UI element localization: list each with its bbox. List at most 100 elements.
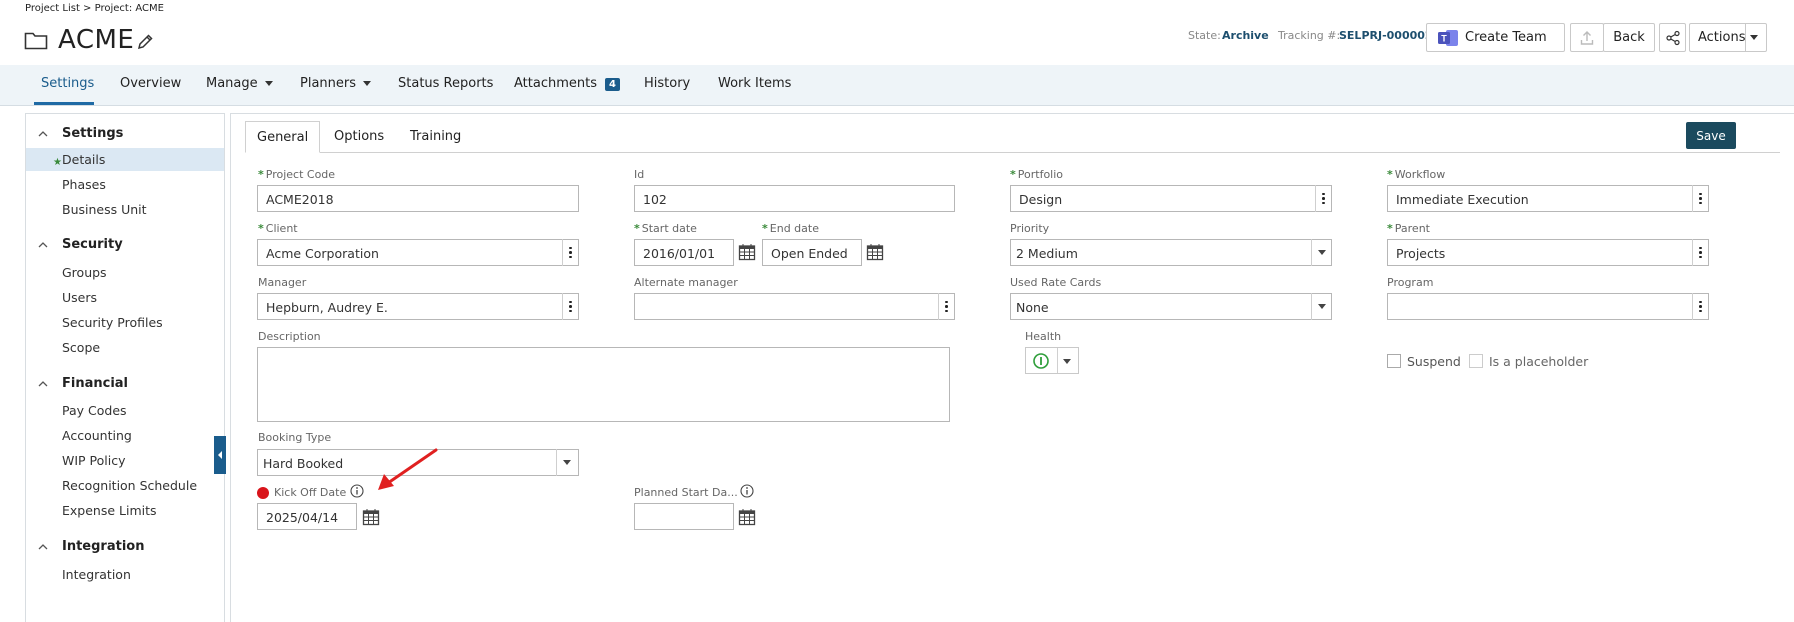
health-select[interactable] — [1025, 347, 1079, 374]
parent-more-icon[interactable] — [1692, 239, 1708, 266]
sidebar-item-integration[interactable]: Integration — [62, 567, 131, 582]
chevron-up-icon[interactable] — [38, 240, 48, 250]
nav-manage-label: Manage — [206, 76, 258, 91]
nav-history[interactable]: History — [644, 76, 690, 91]
nav-settings[interactable]: Settings — [41, 76, 94, 91]
chevron-left-icon — [218, 451, 222, 459]
id-label: Id — [634, 168, 645, 181]
chevron-up-icon[interactable] — [38, 379, 48, 389]
client-input[interactable]: Acme Corporation — [257, 239, 579, 266]
tracking-label: Tracking #: — [1278, 29, 1341, 42]
sidebar-item-business-unit[interactable]: Business Unit — [62, 202, 147, 217]
sidebar-item-scope[interactable]: Scope — [62, 340, 100, 355]
folder-icon — [24, 32, 48, 50]
svg-text:T: T — [1441, 33, 1447, 43]
share-button[interactable] — [1659, 23, 1686, 52]
chevron-down-icon — [363, 81, 372, 86]
nav-work-items[interactable]: Work Items — [718, 76, 791, 91]
planned-start-date-label: Planned Start Da... — [634, 486, 738, 499]
sidebar-item-recognition-schedule[interactable]: Recognition Schedule — [62, 478, 197, 493]
calendar-icon[interactable] — [866, 243, 884, 261]
sidebar-section-settings[interactable]: Settings — [62, 126, 123, 141]
sidebar-item-accounting[interactable]: Accounting — [62, 428, 132, 443]
upload-icon — [1580, 30, 1594, 45]
end-date-input[interactable]: Open Ended — [762, 239, 862, 266]
project-code-label: * Project Code — [258, 168, 336, 181]
sidebar-item-groups[interactable]: Groups — [62, 265, 107, 280]
sidebar-section-financial[interactable]: Financial — [62, 376, 128, 391]
calendar-icon[interactable] — [362, 508, 380, 526]
workflow-input[interactable]: Immediate Execution — [1387, 185, 1709, 212]
start-date-input[interactable]: 2016/01/01 — [634, 239, 734, 266]
portfolio-input[interactable]: Design — [1010, 185, 1332, 212]
chevron-up-icon[interactable] — [38, 129, 48, 139]
calendar-icon[interactable] — [738, 243, 756, 261]
used-rate-cards-dropdown-icon[interactable] — [1311, 293, 1331, 320]
used-rate-cards-label: Used Rate Cards — [1010, 276, 1102, 289]
project-code-input[interactable]: ACME2018 — [257, 185, 579, 212]
sidebar-item-wip-policy[interactable]: WIP Policy — [62, 453, 126, 468]
sidebar-section-integration[interactable]: Integration — [62, 539, 144, 554]
nav-planners-label: Planners — [300, 76, 357, 91]
nav-attachments-label: Attachments — [514, 76, 597, 91]
required-star-icon: ★ — [53, 157, 62, 168]
description-textarea[interactable] — [257, 347, 950, 422]
sidebar-item-pay-codes[interactable]: Pay Codes — [62, 403, 127, 418]
nav-planners[interactable]: Planners — [300, 76, 372, 91]
kick-off-date-input[interactable]: 2025/04/14 — [257, 503, 357, 530]
alternate-manager-more-icon[interactable] — [938, 293, 954, 320]
create-team-label: Create Team — [1465, 30, 1547, 45]
used-rate-cards-select[interactable]: None — [1010, 293, 1332, 320]
save-button[interactable]: Save — [1686, 122, 1736, 149]
edit-pencil-icon[interactable] — [136, 33, 154, 51]
suspend-label: Suspend — [1407, 354, 1461, 369]
calendar-icon[interactable] — [738, 508, 756, 526]
sidebar-section-security[interactable]: Security — [62, 237, 123, 252]
actions-label: Actions — [1698, 30, 1746, 45]
portfolio-more-icon[interactable] — [1315, 185, 1331, 212]
booking-type-label: Booking Type — [258, 431, 332, 444]
suspend-checkbox[interactable] — [1387, 354, 1401, 368]
kick-off-date-label: Kick Off Date — [274, 486, 347, 499]
id-input[interactable]: 102 — [634, 185, 955, 212]
priority-dropdown-icon[interactable] — [1311, 239, 1331, 266]
sidebar-item-expense-limits[interactable]: Expense Limits — [62, 503, 157, 518]
parent-input[interactable]: Projects — [1387, 239, 1709, 266]
required-indicator-dot — [257, 487, 269, 499]
nav-manage[interactable]: Manage — [206, 76, 273, 91]
sidebar-collapse-handle[interactable] — [214, 436, 226, 474]
program-more-icon[interactable] — [1692, 293, 1708, 320]
nav-overview[interactable]: Overview — [120, 76, 181, 91]
manager-input[interactable]: Hepburn, Audrey E. — [257, 293, 579, 320]
export-button[interactable] — [1570, 23, 1604, 52]
nav-attachments[interactable]: Attachments 4 — [514, 76, 620, 91]
chevron-up-icon[interactable] — [38, 542, 48, 552]
actions-button[interactable]: Actions — [1689, 23, 1767, 52]
sidebar-item-phases[interactable]: Phases — [62, 177, 106, 192]
is-placeholder-checkbox[interactable] — [1469, 354, 1483, 368]
tracking-value: SELPRJ-000002 — [1339, 29, 1433, 42]
sidebar-item-details[interactable]: Details — [62, 152, 105, 167]
workflow-label: * Workflow — [1387, 168, 1446, 181]
booking-type-dropdown-icon[interactable] — [556, 449, 576, 476]
actions-dropdown-icon — [1750, 35, 1758, 40]
info-icon[interactable] — [350, 484, 364, 498]
tab-training[interactable]: Training — [399, 121, 472, 153]
sidebar-item-users[interactable]: Users — [62, 290, 97, 305]
info-icon[interactable] — [740, 484, 754, 498]
manager-label: Manager — [258, 276, 307, 289]
tab-options[interactable]: Options — [323, 121, 395, 153]
workflow-more-icon[interactable] — [1692, 185, 1708, 212]
sidebar-item-security-profiles[interactable]: Security Profiles — [62, 315, 163, 330]
manager-more-icon[interactable] — [562, 293, 578, 320]
planned-start-date-input[interactable] — [634, 503, 734, 530]
program-input[interactable] — [1387, 293, 1709, 320]
client-more-icon[interactable] — [562, 239, 578, 266]
health-dropdown-icon — [1063, 359, 1071, 364]
tab-general[interactable]: General — [245, 121, 321, 153]
alternate-manager-input[interactable] — [634, 293, 955, 320]
priority-select[interactable]: 2 Medium — [1010, 239, 1332, 266]
nav-status-reports[interactable]: Status Reports — [398, 76, 493, 91]
back-button[interactable]: Back — [1603, 23, 1655, 52]
create-team-button[interactable]: T Create Team — [1426, 23, 1565, 52]
